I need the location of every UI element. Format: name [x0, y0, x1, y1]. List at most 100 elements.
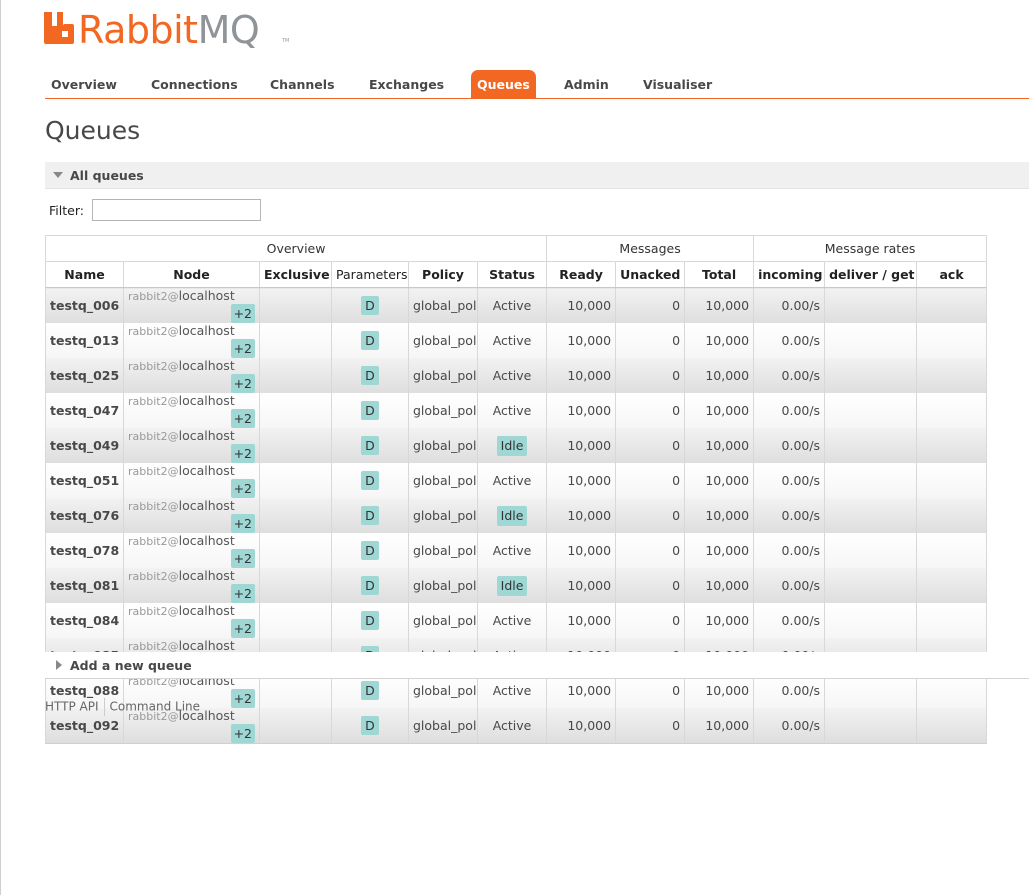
- queue-name-link[interactable]: testq_051: [45, 463, 124, 498]
- tab-overview[interactable]: Overview: [45, 70, 123, 98]
- durable-badge: D: [361, 611, 379, 630]
- col-header-deliver-get[interactable]: deliver / get: [824, 261, 918, 288]
- messages-ready: 10,000: [546, 603, 617, 638]
- node-host: localhost: [178, 498, 235, 513]
- node-prefix: rabbit2@: [128, 465, 179, 478]
- queue-name-link[interactable]: testq_013: [45, 323, 124, 358]
- messages-total: 10,000: [684, 323, 755, 358]
- tab-exchanges[interactable]: Exchanges: [363, 70, 450, 98]
- table-row: testq_081 rabbit2@localhost +2 Dglobal_pol I…: [45, 568, 988, 603]
- col-header-total[interactable]: Total: [684, 261, 755, 288]
- queue-status: Active: [476, 358, 548, 393]
- queue-status: Active: [476, 708, 548, 744]
- col-header-node[interactable]: Node: [123, 261, 260, 288]
- rate-deliver-get: [824, 708, 918, 744]
- col-header-unacked[interactable]: Unacked: [615, 261, 686, 288]
- col-header-ready[interactable]: Ready: [546, 261, 617, 288]
- mirrors-badge[interactable]: +2: [230, 549, 255, 568]
- col-header-exclusive[interactable]: Exclusive: [259, 261, 332, 288]
- mirrors-badge[interactable]: +2: [230, 409, 255, 428]
- table-row: testq_013 rabbit2@localhost +2 Dglobal_pol A…: [45, 323, 988, 358]
- rate-deliver-get: [824, 428, 918, 463]
- mirrors-badge[interactable]: +2: [230, 304, 255, 323]
- tab-queues[interactable]: Queues: [471, 70, 536, 98]
- queue-status: Active: [476, 323, 548, 358]
- queue-node: rabbit2@localhost+2: [123, 428, 260, 463]
- status-text: Active: [492, 473, 532, 488]
- queue-name-link[interactable]: testq_078: [45, 533, 124, 568]
- rate-deliver-get: [824, 533, 918, 568]
- add-queue-toggle[interactable]: Add a new queue: [45, 652, 1029, 679]
- messages-ready: 10,000: [546, 428, 617, 463]
- node-host: localhost: [178, 638, 235, 653]
- messages-total: 10,000: [684, 463, 755, 498]
- queue-name-link[interactable]: testq_076: [45, 498, 124, 533]
- rate-ack: [916, 323, 988, 358]
- messages-unacked: 0: [615, 708, 686, 744]
- messages-unacked: 0: [615, 568, 686, 603]
- rate-deliver-get: [824, 358, 918, 393]
- tab-connections[interactable]: Connections: [145, 70, 244, 98]
- durable-badge: D: [361, 506, 379, 525]
- queue-node: rabbit2@localhost+2: [123, 568, 260, 603]
- queue-policy: global_pol: [408, 498, 478, 533]
- queue-name-link[interactable]: testq_081: [45, 568, 124, 603]
- rate-incoming: 0.00/s: [753, 708, 826, 744]
- queue-name-link[interactable]: testq_006: [45, 287, 124, 323]
- queue-parameters: D: [331, 323, 409, 358]
- messages-total: 10,000: [684, 428, 755, 463]
- durable-badge: D: [361, 541, 379, 560]
- status-text: Active: [492, 613, 532, 628]
- status-text: Active: [492, 298, 532, 313]
- messages-total: 10,000: [684, 568, 755, 603]
- table-row: testq_025 rabbit2@localhost +2 Dglobal_pol A…: [45, 358, 988, 393]
- mirrors-badge[interactable]: +2: [230, 724, 255, 743]
- messages-ready: 10,000: [546, 568, 617, 603]
- mirrors-badge[interactable]: +2: [230, 689, 255, 708]
- mirrors-badge[interactable]: +2: [230, 444, 255, 463]
- queue-node: rabbit2@localhost+2: [123, 463, 260, 498]
- col-header-ack[interactable]: ack: [916, 261, 988, 288]
- queue-name-link[interactable]: testq_025: [45, 358, 124, 393]
- table-row: testq_006 rabbit2@localhost +2 Dglobal_pol A…: [45, 287, 988, 323]
- queue-exclusive: [259, 358, 332, 393]
- col-header-name[interactable]: Name: [45, 261, 124, 288]
- col-header-status[interactable]: Status: [476, 261, 548, 288]
- queue-name-link[interactable]: testq_049: [45, 428, 124, 463]
- mirrors-badge[interactable]: +2: [230, 479, 255, 498]
- mirrors-badge[interactable]: +2: [230, 619, 255, 638]
- command-line-link[interactable]: Command Line: [110, 700, 201, 714]
- queue-policy: global_pol: [408, 358, 478, 393]
- queue-node: rabbit2@localhost+2: [123, 603, 260, 638]
- queue-policy: global_pol: [408, 708, 478, 744]
- main-nav: Overview Connections Channels Exchanges …: [45, 70, 1029, 99]
- group-header-message-rates: Message rates: [753, 235, 988, 262]
- col-header-incoming[interactable]: incoming: [753, 261, 826, 288]
- queue-status: Active: [476, 533, 548, 568]
- rate-incoming: 0.00/s: [753, 603, 826, 638]
- triangle-right-icon: [56, 660, 62, 670]
- filter-input[interactable]: [92, 199, 261, 221]
- rate-ack: [916, 393, 988, 428]
- durable-badge: D: [361, 436, 379, 455]
- queue-name-link[interactable]: testq_047: [45, 393, 124, 428]
- queue-status: Active: [476, 393, 548, 428]
- mirrors-badge[interactable]: +2: [230, 374, 255, 393]
- status-text: Active: [492, 683, 532, 698]
- node-prefix: rabbit2@: [128, 535, 179, 548]
- tab-visualiser[interactable]: Visualiser: [637, 70, 718, 98]
- col-header-policy[interactable]: Policy: [408, 261, 478, 288]
- messages-unacked: 0: [615, 603, 686, 638]
- all-queues-toggle[interactable]: All queues: [45, 162, 1029, 189]
- mirrors-badge[interactable]: +2: [230, 514, 255, 533]
- queue-status: Active: [476, 463, 548, 498]
- tab-admin[interactable]: Admin: [558, 70, 615, 98]
- queue-node: rabbit2@localhost+2: [123, 358, 260, 393]
- queue-name-link[interactable]: testq_084: [45, 603, 124, 638]
- rate-deliver-get: [824, 463, 918, 498]
- mirrors-badge[interactable]: +2: [230, 339, 255, 358]
- queue-status: Idle: [476, 428, 548, 463]
- http-api-link[interactable]: HTTP API: [45, 700, 99, 714]
- mirrors-badge[interactable]: +2: [230, 584, 255, 603]
- tab-channels[interactable]: Channels: [264, 70, 341, 98]
